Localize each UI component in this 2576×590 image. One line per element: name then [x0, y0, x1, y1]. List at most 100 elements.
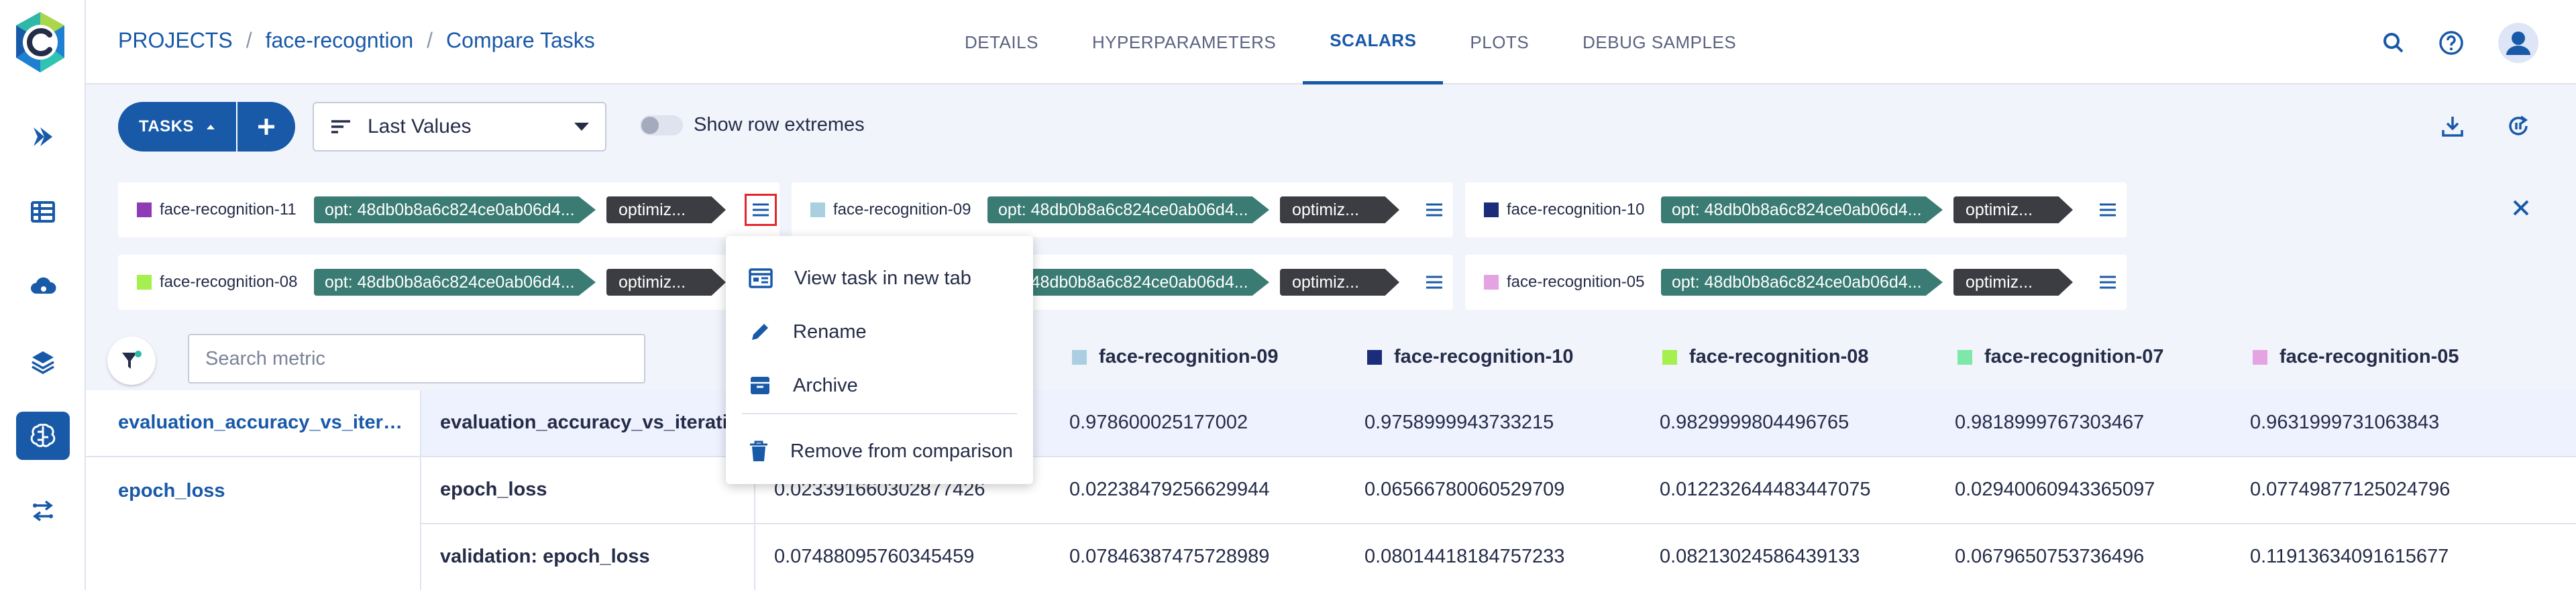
user-avatar[interactable] — [2498, 23, 2538, 63]
column-header-label: face-recognition-08 — [1689, 346, 1869, 367]
breadcrumb-separator: / — [427, 28, 433, 52]
table-cell: 0.978600025177002 — [1069, 412, 1248, 433]
tab-scalars[interactable]: SCALARS — [1303, 0, 1444, 84]
search-icon — [2383, 33, 2404, 53]
task-name[interactable]: face-recognition-08 — [160, 273, 314, 292]
task-color-swatch — [1367, 349, 1382, 365]
task-tag: optimiz... — [1280, 269, 1399, 296]
filter-icon — [122, 351, 142, 369]
task-name[interactable]: face-recognition-11 — [160, 200, 314, 219]
tasks-label: TASKS — [138, 117, 195, 135]
task-name[interactable]: face-recognition-05 — [1507, 273, 1661, 292]
menu-item-rename[interactable]: Rename — [726, 307, 1033, 357]
task-color-swatch[interactable] — [137, 275, 152, 290]
task-color-swatch — [1662, 349, 1677, 365]
task-color-swatch[interactable] — [810, 202, 825, 217]
task-menu-button[interactable] — [1418, 266, 1450, 298]
breadcrumb-separator: / — [246, 28, 252, 52]
search-metric-input[interactable] — [205, 347, 628, 370]
metric-name[interactable]: evaluation_accuracy_vs_iteratio... — [118, 412, 407, 434]
value-mode-select[interactable]: Last Values — [313, 102, 606, 152]
task-menu-button[interactable] — [2092, 194, 2124, 226]
hamburger-menu-icon — [2100, 276, 2116, 289]
search-metric-field[interactable] — [188, 334, 645, 384]
value-mode-selected: Last Values — [368, 115, 472, 137]
column-header[interactable]: face-recognition-07 — [1957, 346, 2164, 368]
column-header-label: face-recognition-09 — [1099, 346, 1279, 367]
tab-hyperparameters[interactable]: HYPERPARAMETERS — [1065, 0, 1303, 84]
menu-item-label: View task in new tab — [794, 267, 971, 289]
tasks-menu-button[interactable]: TASKS — [118, 102, 237, 152]
task-tag: opt: 48db0b8a6c824ce0ab06d4... — [987, 196, 1269, 223]
column-header[interactable]: face-recognition-05 — [2253, 346, 2459, 368]
task-name[interactable]: face-recognition-10 — [1507, 200, 1661, 219]
sidebar-item-models[interactable] — [16, 412, 70, 460]
task-card[interactable]: face-recognition-10 opt: 48db0b8a6c824ce… — [1465, 182, 2127, 237]
menu-divider — [742, 413, 1017, 414]
sidebar-item-serving[interactable] — [16, 263, 70, 311]
tab-plots[interactable]: PLOTS — [1443, 0, 1556, 84]
tasks-button[interactable]: TASKS — [118, 102, 295, 152]
table-cell: 0.02940060943365097 — [1955, 479, 2155, 500]
task-menu-button[interactable] — [745, 194, 777, 226]
task-color-swatch — [1957, 349, 1972, 365]
breadcrumb-project[interactable]: face-recogntion — [266, 28, 414, 53]
table-cell: 0.9631999731063843 — [2250, 412, 2440, 433]
breadcrumb-projects[interactable]: PROJECTS — [118, 28, 233, 53]
task-tag: optimiz... — [1280, 196, 1399, 223]
help-button[interactable] — [2431, 23, 2471, 63]
column-header[interactable]: face-recognition-08 — [1662, 346, 1869, 368]
add-task-button[interactable] — [237, 102, 295, 152]
task-card[interactable]: face-recognition-05 opt: 48db0b8a6c824ce… — [1465, 255, 2127, 310]
close-icon — [2513, 200, 2529, 216]
task-color-swatch[interactable] — [1484, 202, 1499, 217]
task-card[interactable]: face-recognition-11 opt: 48db0b8a6c824ce… — [118, 182, 780, 237]
task-name[interactable]: face-recognition-09 — [833, 200, 987, 219]
task-menu-button[interactable] — [1418, 194, 1450, 226]
task-tag: optimiz... — [1953, 269, 2073, 296]
task-card[interactable]: face-recognition-09 opt: 48db0b8a6c824ce… — [792, 182, 1453, 237]
refresh-pause-icon — [2509, 115, 2528, 135]
breadcrumb-page[interactable]: Compare Tasks — [446, 28, 595, 53]
sidebar-item-workers[interactable] — [16, 487, 70, 535]
table-cell: 0.02238479256629944 — [1069, 479, 1270, 500]
task-card[interactable]: face-recognition-08 opt: 48db0b8a6c824ce… — [118, 255, 780, 310]
tab-details[interactable]: DETAILS — [938, 0, 1065, 84]
task-color-swatch[interactable] — [1484, 275, 1499, 290]
metric-name[interactable]: epoch_loss — [118, 480, 407, 502]
sidebar-item-layers[interactable] — [16, 338, 70, 386]
table-cell: 0.08014418184757233 — [1364, 546, 1565, 567]
search-button[interactable] — [2373, 23, 2414, 63]
menu-item-remove-from-comparison[interactable]: Remove from comparison — [726, 426, 1033, 476]
table-cell: 0.012232644483447075 — [1660, 479, 1871, 500]
chevron-down-icon — [574, 123, 589, 131]
clearml-logo[interactable] — [11, 8, 70, 76]
row-extremes-toggle[interactable] — [640, 115, 683, 135]
sidebar-item-pipelines[interactable] — [16, 113, 70, 161]
column-header[interactable]: face-recognition-10 — [1367, 346, 1574, 368]
breadcrumb: PROJECTS / face-recogntion / Compare Tas… — [118, 28, 595, 53]
sidebar — [0, 0, 86, 590]
metric-filter-button[interactable] — [107, 337, 156, 385]
menu-item-view-in-new-tab[interactable]: View task in new tab — [726, 253, 1033, 303]
task-tag: optimiz... — [606, 269, 726, 296]
table-cell: 0.0679650753736496 — [1955, 546, 2145, 567]
download-button[interactable] — [2432, 106, 2473, 146]
sidebar-item-datasets[interactable] — [16, 188, 70, 236]
table-cell: 0.06566780060529709 — [1364, 479, 1565, 500]
row-extremes-label: Show row extremes — [694, 114, 865, 135]
help-icon — [2439, 31, 2463, 55]
tab-debug-samples[interactable]: DEBUG SAMPLES — [1556, 0, 1763, 84]
close-compare-button[interactable] — [2505, 192, 2537, 224]
menu-item-archive[interactable]: Archive — [726, 361, 1033, 410]
column-header-label: face-recognition-10 — [1394, 346, 1574, 367]
column-header[interactable]: face-recognition-09 — [1072, 346, 1279, 368]
task-color-swatch[interactable] — [137, 202, 152, 217]
compare-tabs: DETAILS HYPERPARAMETERS SCALARS PLOTS DE… — [938, 0, 1763, 84]
task-tag: optimiz... — [606, 196, 726, 223]
pencil-icon — [752, 324, 768, 340]
table-cell: 0.07749877125024796 — [2250, 479, 2451, 500]
top-bar: PROJECTS / face-recogntion / Compare Tas… — [86, 0, 2576, 84]
auto-refresh-button[interactable] — [2498, 106, 2538, 146]
task-menu-button[interactable] — [2092, 266, 2124, 298]
